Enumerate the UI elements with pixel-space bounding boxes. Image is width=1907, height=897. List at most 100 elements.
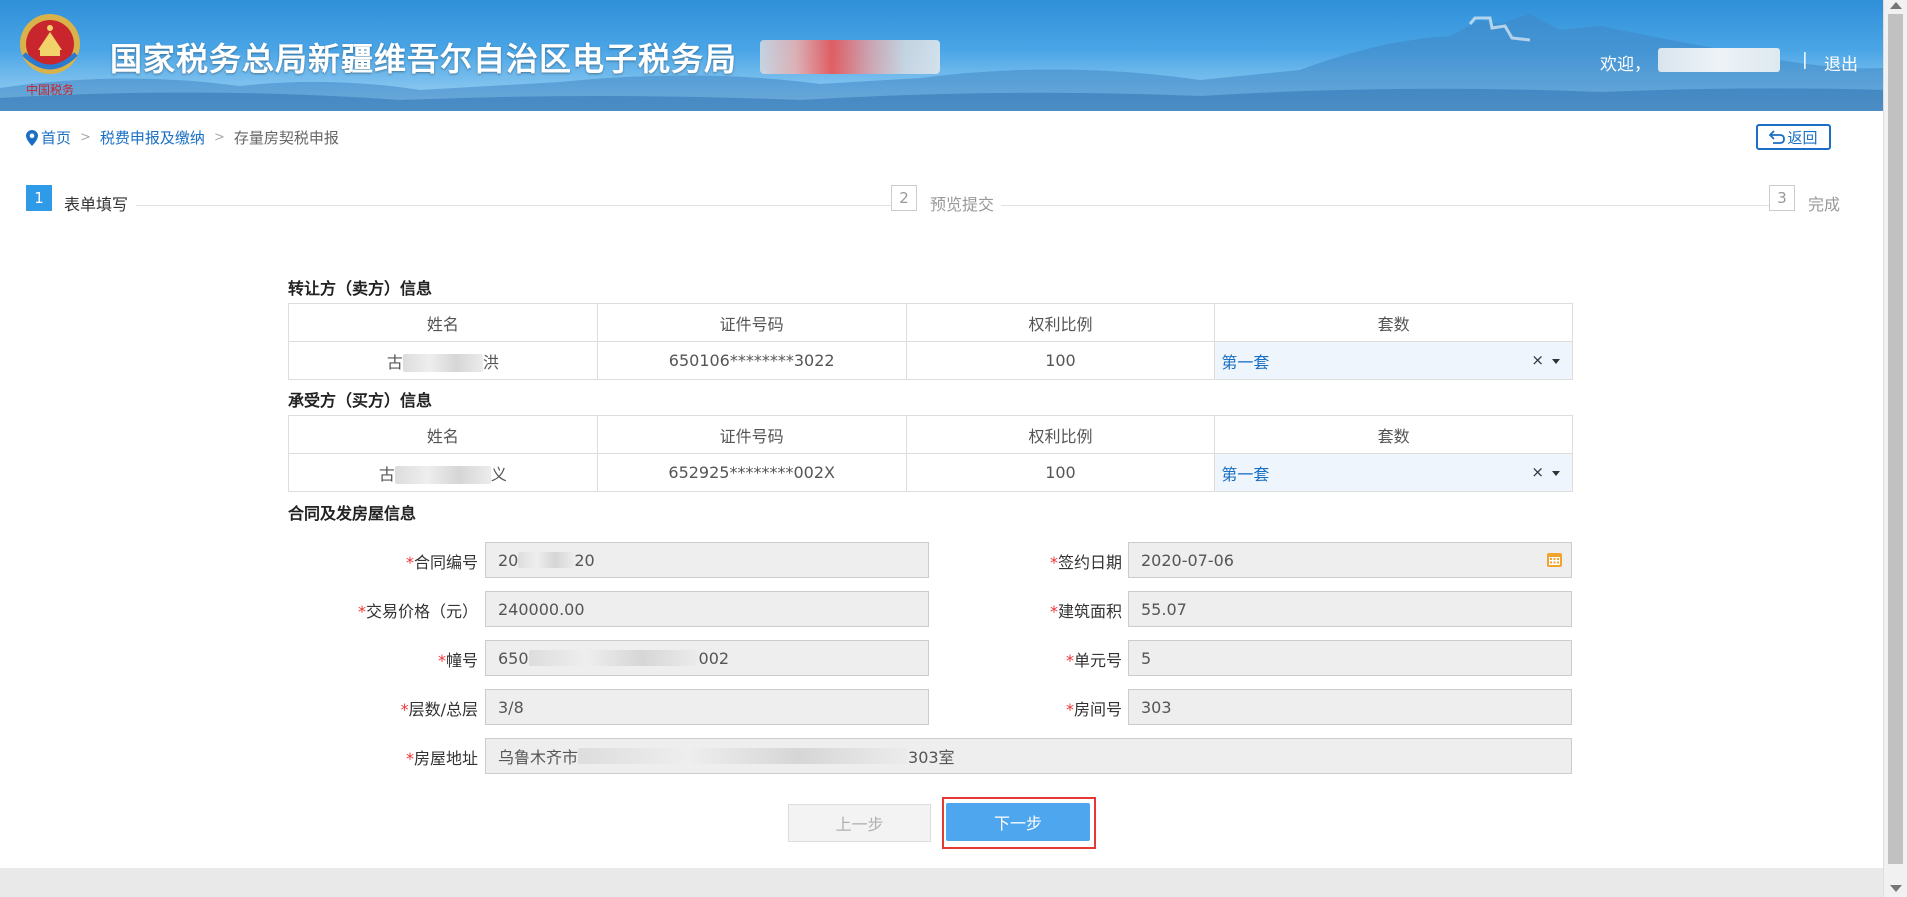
required-mark: * — [405, 553, 414, 572]
buyer-table: 姓名 证件号码 权利比例 套数 古义 652925********002X 10… — [288, 415, 1573, 492]
tax-emblem-logo: 中国税务 — [20, 14, 80, 97]
required-mark: * — [437, 651, 446, 670]
breadcrumb-home[interactable]: 首页 — [41, 127, 71, 148]
floor-field[interactable]: 3/8 — [485, 689, 929, 725]
redacted-value — [518, 552, 575, 568]
breadcrumb: 首页 > 税费申报及缴纳 > 存量房契税申报 — [26, 127, 339, 148]
price-label: *交易价格（元） — [357, 602, 478, 621]
room-no-field[interactable]: 303 — [1128, 689, 1572, 725]
contract-section-title: 合同及发房屋信息 — [288, 504, 417, 523]
scroll-up-arrow-icon[interactable] — [1890, 2, 1902, 9]
seller-sets-value: 第一套 — [1221, 352, 1270, 372]
calendar-icon[interactable] — [1546, 551, 1563, 568]
breadcrumb-current: 存量房契税申报 — [233, 129, 339, 147]
sign-date-label: *签约日期 — [1049, 553, 1122, 572]
buyer-name-end: 义 — [490, 464, 507, 484]
required-mark: * — [1049, 602, 1058, 621]
step-2-label: 预览提交 — [930, 195, 995, 214]
room-no-label: *房间号 — [1065, 700, 1122, 719]
seller-name-end: 洪 — [482, 352, 499, 372]
contract-no-label: *合同编号 — [405, 553, 478, 572]
vertical-scrollbar[interactable] — [1883, 0, 1907, 897]
progress-steps: 1 表单填写 2 预览提交 3 完成 — [26, 185, 1840, 225]
buyer-name-cell: 古义 — [288, 453, 598, 492]
seller-section-title: 转让方（卖方）信息 — [288, 279, 433, 298]
column-header-ratio: 权利比例 — [905, 415, 1216, 454]
seller-sets-select[interactable]: 第一套 × — [1214, 341, 1573, 380]
column-header-id: 证件号码 — [596, 303, 907, 342]
scrollbar-thumb[interactable] — [1888, 14, 1903, 864]
table-row: 古洪 650106********3022 100 第一套 × — [288, 341, 1573, 380]
page-footer-band — [0, 868, 1883, 897]
seller-name-cell: 古洪 — [288, 341, 598, 380]
column-header-sets: 套数 — [1214, 303, 1573, 342]
floor-label: *层数/总层 — [400, 700, 478, 719]
step-3-label: 完成 — [1808, 195, 1841, 214]
table-row: 古义 652925********002X 100 第一套 × — [288, 453, 1573, 492]
redacted-value — [528, 650, 699, 666]
clear-icon[interactable]: × — [1531, 463, 1544, 481]
area-label: *建筑面积 — [1049, 602, 1122, 621]
step-2-number: 2 — [891, 185, 917, 211]
column-header-ratio: 权利比例 — [905, 303, 1216, 342]
sign-date-field[interactable]: 2020-07-06 — [1128, 542, 1572, 578]
building-no-field[interactable]: 650 002 — [485, 640, 929, 676]
area-field[interactable]: 55.07 — [1128, 591, 1572, 627]
table-header-row: 姓名 证件号码 权利比例 套数 — [288, 415, 1573, 454]
price-field[interactable]: 240000.00 — [485, 591, 929, 627]
column-header-name: 姓名 — [288, 303, 598, 342]
header-separator: | — [1802, 50, 1808, 70]
redacted-name — [402, 354, 483, 372]
seller-ratio-cell: 100 — [905, 341, 1216, 380]
breadcrumb-separator: > — [213, 130, 225, 145]
welcome-text: 欢迎， — [1600, 55, 1651, 75]
building-no-label: *幢号 — [437, 651, 478, 670]
step-3-number: 3 — [1769, 185, 1795, 211]
column-header-id: 证件号码 — [596, 415, 907, 454]
breadcrumb-separator: > — [80, 130, 91, 145]
location-pin-icon — [26, 129, 38, 146]
required-mark: * — [400, 700, 409, 719]
seller-table: 姓名 证件号码 权利比例 套数 古洪 650106********3022 10… — [288, 303, 1573, 380]
required-mark: * — [405, 749, 414, 768]
buyer-sets-select[interactable]: 第一套 × — [1214, 453, 1573, 492]
step-connector — [136, 205, 906, 206]
site-header: 中国税务 国家税务总局新疆维吾尔自治区电子税务局 欢迎， | 退出 — [0, 0, 1883, 111]
address-label: *房屋地址 — [405, 749, 478, 768]
seller-id-cell: 650106********3022 — [596, 341, 907, 380]
breadcrumb-tax-filing[interactable]: 税费申报及缴纳 — [100, 127, 205, 148]
redacted-value — [578, 748, 909, 764]
scroll-down-arrow-icon[interactable] — [1890, 885, 1902, 892]
required-mark: * — [357, 602, 366, 621]
back-button-label: 返回 — [1787, 128, 1818, 147]
previous-step-button[interactable]: 上一步 — [788, 804, 931, 842]
required-mark: * — [1065, 700, 1074, 719]
main-content: 首页 > 税费申报及缴纳 > 存量房契税申报 返回 1 表单填写 2 预览提交 … — [0, 111, 1883, 868]
required-mark: * — [1065, 651, 1074, 670]
contract-no-field[interactable]: 20 20 — [485, 542, 929, 578]
step-1-label: 表单填写 — [64, 195, 129, 214]
buyer-sets-value: 第一套 — [1221, 464, 1270, 484]
caret-down-icon[interactable] — [1552, 471, 1560, 476]
buyer-ratio-cell: 100 — [905, 453, 1216, 492]
emblem-lettering: 中国税务 — [26, 82, 74, 97]
unit-no-field[interactable]: 5 — [1128, 640, 1572, 676]
redacted-name — [394, 466, 491, 484]
site-title: 国家税务总局新疆维吾尔自治区电子税务局 — [110, 40, 738, 78]
caret-down-icon[interactable] — [1552, 359, 1560, 364]
step-connector — [1001, 205, 1776, 206]
back-button[interactable]: 返回 — [1756, 124, 1831, 150]
address-field[interactable]: 乌鲁木齐市 303室 — [485, 738, 1572, 774]
unit-no-label: *单元号 — [1065, 651, 1122, 670]
buyer-section-title: 承受方（买方）信息 — [288, 391, 433, 410]
buyer-name-start: 古 — [378, 464, 395, 484]
logout-link[interactable]: 退出 — [1824, 50, 1858, 75]
column-header-sets: 套数 — [1214, 415, 1573, 454]
seller-name-start: 古 — [386, 352, 403, 372]
redacted-region-badge — [760, 40, 940, 74]
column-header-name: 姓名 — [288, 415, 598, 454]
clear-icon[interactable]: × — [1531, 351, 1544, 369]
redacted-username — [1658, 48, 1780, 72]
step-1-number: 1 — [26, 185, 52, 211]
next-step-button[interactable]: 下一步 — [946, 803, 1090, 841]
